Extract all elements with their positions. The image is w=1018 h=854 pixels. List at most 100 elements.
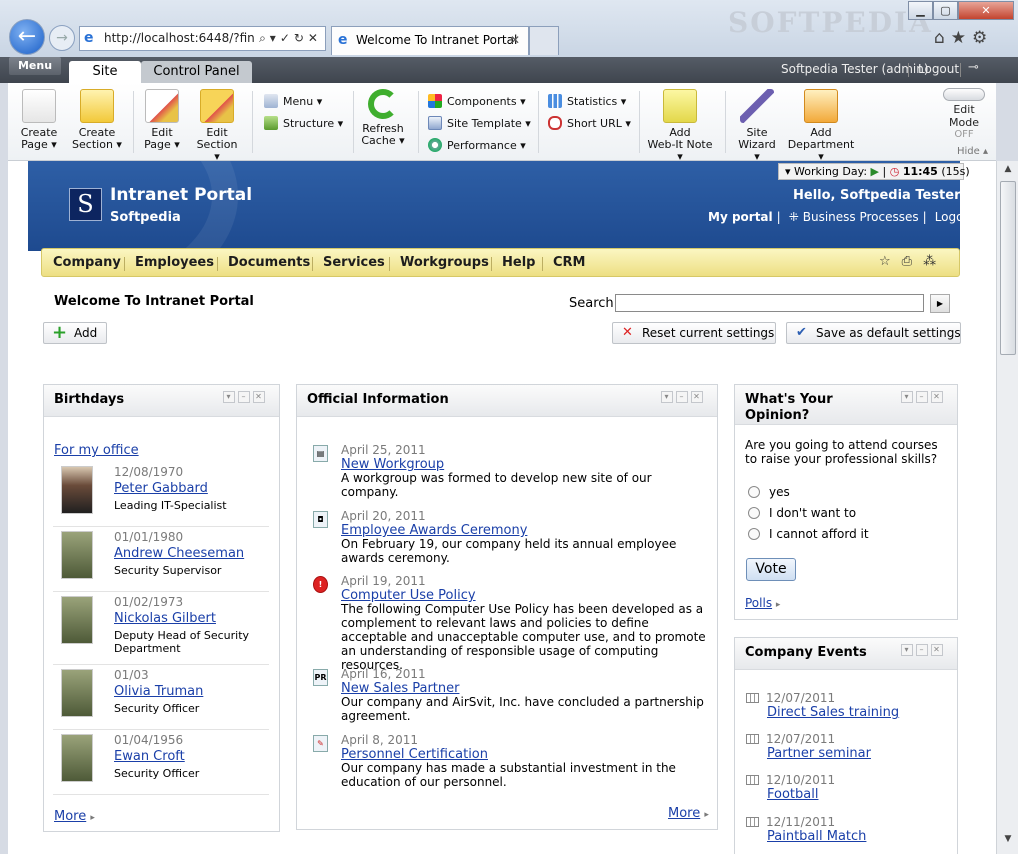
scroll-thumb[interactable] — [1000, 181, 1016, 355]
hide-toolbar-link[interactable]: Hide ▴ — [957, 146, 988, 157]
add-department-button[interactable]: Add Department ▾ — [786, 89, 856, 163]
poll-option-dont-want[interactable]: I don't want to — [748, 506, 856, 520]
browser-tab[interactable]: e Welcome To Intranet Portal ✕ — [331, 26, 529, 55]
search-input[interactable] — [615, 294, 924, 312]
close-icon[interactable]: ✕ — [253, 391, 265, 403]
menu-button[interactable]: Menu — [9, 57, 61, 75]
performance-dropdown[interactable]: Performance ▾ — [428, 138, 526, 153]
collapse-icon[interactable]: ▾ — [901, 644, 913, 656]
tab-control-panel[interactable]: Control Panel — [141, 61, 252, 83]
nav-employees[interactable]: Employees — [135, 255, 214, 270]
minimize-icon[interactable]: – — [916, 391, 928, 403]
news-title-link[interactable]: New Workgroup — [341, 457, 444, 472]
back-button[interactable]: ← — [9, 19, 45, 55]
event-link[interactable]: Football — [767, 787, 818, 802]
create-section-button[interactable]: Create Section ▾ — [70, 89, 124, 151]
person-link[interactable]: Olivia Truman — [114, 684, 203, 699]
vote-button[interactable]: Vote — [746, 558, 796, 581]
maximize-button[interactable]: ▢ — [933, 1, 958, 20]
poll-option-yes[interactable]: yes — [748, 485, 790, 499]
news-title-link[interactable]: Computer Use Policy — [341, 588, 476, 603]
event-link[interactable]: Paintball Match — [767, 829, 866, 844]
my-portal-link[interactable]: My portal — [708, 210, 773, 224]
scroll-down-arrow[interactable]: ▼ — [1000, 834, 1016, 848]
close-icon[interactable]: ✕ — [931, 644, 943, 656]
header-logout-link[interactable]: Logout — [935, 210, 976, 224]
person-link[interactable]: Peter Gabbard — [114, 481, 208, 496]
person-link[interactable]: Nickolas Gilbert — [114, 611, 216, 626]
nav-help[interactable]: Help — [502, 255, 535, 270]
event-link[interactable]: Direct Sales training — [767, 705, 899, 720]
working-day-widget[interactable]: ▾ Working Day: ▶ | ◷ 11:45 (15s) — [778, 163, 970, 180]
create-page-button[interactable]: Create Page ▾ — [16, 89, 62, 151]
nav-documents[interactable]: Documents — [228, 255, 310, 270]
portal-title[interactable]: Intranet Portal — [110, 185, 252, 205]
favorites-icon[interactable]: ★ — [951, 28, 972, 48]
edit-page-button[interactable]: Edit Page ▾ — [142, 89, 182, 151]
close-window-button[interactable]: ✕ — [958, 1, 1014, 20]
vertical-scrollbar[interactable]: ▲ ▼ — [996, 161, 1018, 854]
pin-icon[interactable]: ⊸ — [968, 60, 979, 75]
short-url-dropdown[interactable]: Short URL ▾ — [548, 116, 631, 131]
business-processes-link[interactable]: Business Processes — [803, 210, 919, 224]
close-icon[interactable]: ✕ — [691, 391, 703, 403]
close-icon[interactable]: ✕ — [931, 391, 943, 403]
gear-icon[interactable]: ⚙ — [972, 28, 993, 48]
site-template-dropdown[interactable]: Site Template ▾ — [428, 116, 531, 131]
collapse-icon[interactable]: ▾ — [661, 391, 673, 403]
forward-button[interactable]: → — [49, 25, 75, 51]
person-link[interactable]: Ewan Croft — [114, 749, 185, 764]
search-go-button[interactable]: ▶ — [930, 294, 950, 313]
poll-option-cannot-afford[interactable]: I cannot afford it — [748, 527, 869, 541]
save-default-button[interactable]: ✔ Save as default settings — [786, 322, 961, 344]
news-title-link[interactable]: Employee Awards Ceremony — [341, 523, 527, 538]
admin-user[interactable]: Softpedia Tester (admin) — [781, 62, 929, 76]
add-webit-note-button[interactable]: Add Web-It Note ▾ — [644, 89, 716, 163]
collapse-icon[interactable]: ▾ — [223, 391, 235, 403]
minimize-icon[interactable]: – — [916, 644, 928, 656]
play-icon[interactable]: ▶ — [871, 165, 879, 178]
collapse-icon[interactable]: ▾ — [901, 391, 913, 403]
home-icon[interactable]: ⌂ — [934, 28, 951, 48]
statistics-dropdown[interactable]: Statistics ▾ — [548, 94, 626, 109]
for-my-office-link[interactable]: For my office — [54, 443, 139, 458]
new-tab-button[interactable] — [529, 26, 559, 55]
news-title-link[interactable]: Personnel Certification — [341, 747, 488, 762]
sitemap-icon[interactable]: ⁂ — [923, 254, 947, 269]
admin-logout-link[interactable]: Logout — [918, 62, 959, 76]
portal-logo[interactable]: S — [69, 188, 102, 221]
structure-dropdown[interactable]: Structure ▾ — [264, 116, 343, 131]
person-link[interactable]: Andrew Cheeseman — [114, 546, 244, 561]
scroll-up-arrow[interactable]: ▲ — [1000, 164, 1016, 178]
event-link[interactable]: Partner seminar — [767, 746, 871, 761]
toggle-switch[interactable] — [943, 88, 985, 101]
menu-dropdown[interactable]: Menu ▾ — [264, 94, 322, 109]
address-bar[interactable]: e http://localhost:6448/?fin ⌕▾✓↻✕ — [79, 26, 326, 51]
components-dropdown[interactable]: Components ▾ — [428, 94, 526, 109]
star-icon[interactable]: ☆ — [879, 254, 902, 269]
polls-link[interactable]: Polls ▸ — [745, 596, 780, 610]
edit-section-button[interactable]: Edit Section ▾ — [194, 89, 240, 163]
add-widget-button[interactable]: + Add — [43, 322, 107, 344]
tab-site[interactable]: Site — [69, 61, 141, 83]
nav-company[interactable]: Company — [53, 255, 121, 270]
radio-button[interactable] — [748, 507, 760, 519]
print-icon[interactable]: ⎙ — [902, 254, 923, 269]
news-title-link[interactable]: New Sales Partner — [341, 681, 459, 696]
birthdays-more-link[interactable]: More ▸ — [54, 809, 95, 824]
site-wizard-button[interactable]: Site Wizard ▾ — [734, 89, 780, 163]
minimize-icon[interactable]: – — [238, 391, 250, 403]
nav-workgroups[interactable]: Workgroups — [400, 255, 489, 270]
edit-mode-toggle[interactable]: Edit Mode OFF — [939, 88, 989, 140]
official-more-link[interactable]: More ▸ — [668, 806, 709, 821]
minimize-icon[interactable]: – — [676, 391, 688, 403]
radio-button[interactable] — [748, 528, 760, 540]
minimize-button[interactable]: ▁ — [908, 1, 933, 20]
refresh-cache-button[interactable]: Refresh Cache ▾ — [360, 89, 406, 147]
nav-crm[interactable]: CRM — [553, 255, 586, 270]
radio-button[interactable] — [748, 486, 760, 498]
user-greeting[interactable]: Hello, Softpedia Tester ▾ — [793, 188, 972, 203]
nav-services[interactable]: Services — [323, 255, 385, 270]
address-tools-icon[interactable]: ⌕▾✓↻✕ — [259, 27, 322, 50]
close-tab-icon[interactable]: ✕ — [510, 27, 520, 54]
